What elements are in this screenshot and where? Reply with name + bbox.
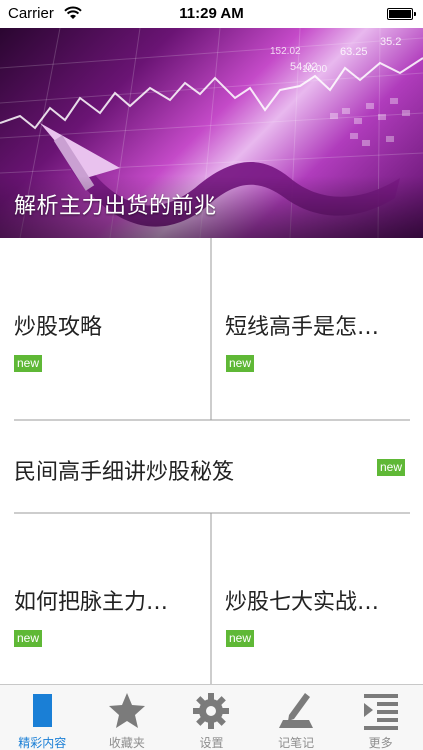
article-title: 炒股攻略	[14, 315, 103, 340]
article-title: 如何把脉主力…	[14, 590, 169, 615]
article-card[interactable]: 短线高手是怎… new	[212, 238, 423, 420]
document-icon	[33, 694, 53, 727]
tab-label: 设置	[199, 736, 224, 750]
banner-caption: 解析主力出货的前兆	[14, 194, 217, 219]
article-card[interactable]: 炒股七大实战… new	[212, 514, 423, 684]
featured-banner[interactable]: 10.00 152.02 54.02 63.25 35.2 解析主力出货的前兆	[0, 28, 423, 238]
status-bar: Carrier 11:29 AM	[0, 0, 423, 28]
tab-label: 精彩内容	[18, 736, 67, 750]
article-card[interactable]: 炒股攻略 new	[0, 238, 211, 420]
article-card[interactable]: 民间高手细讲炒股秘笈 new	[0, 421, 423, 513]
new-badge: new	[226, 355, 255, 372]
tab-favorites[interactable]: 收藏夹	[85, 685, 170, 750]
new-badge: new	[377, 459, 406, 476]
tab-bar: 精彩内容 收藏夹 设置 记笔记 更多	[0, 684, 423, 750]
banner-number: 152.02	[270, 46, 301, 57]
tab-settings[interactable]: 设置	[169, 685, 254, 750]
pen-note-icon	[279, 693, 314, 728]
list-more-icon	[363, 694, 398, 730]
tab-label: 收藏夹	[108, 736, 145, 750]
banner-number: 63.25	[340, 46, 368, 58]
tab-featured[interactable]: 精彩内容	[0, 685, 85, 750]
tab-label: 记笔记	[278, 736, 315, 750]
article-title: 短线高手是怎…	[225, 315, 380, 340]
new-badge: new	[226, 630, 255, 647]
status-time: 11:29 AM	[179, 5, 244, 22]
new-badge: new	[14, 630, 43, 647]
battery-icon	[387, 8, 416, 20]
article-card[interactable]: 如何把脉主力… new	[0, 514, 211, 684]
new-badge: new	[14, 355, 43, 372]
banner-number: 35.2	[380, 36, 402, 48]
star-icon	[108, 693, 145, 728]
banner-number: 54.02	[290, 61, 318, 73]
gear-icon	[193, 693, 230, 729]
tab-notes[interactable]: 记笔记	[254, 685, 339, 750]
tab-label: 更多	[368, 736, 393, 750]
article-title: 炒股七大实战…	[225, 590, 380, 615]
tab-more[interactable]: 更多	[338, 685, 423, 750]
article-title: 民间高手细讲炒股秘笈	[14, 460, 235, 485]
